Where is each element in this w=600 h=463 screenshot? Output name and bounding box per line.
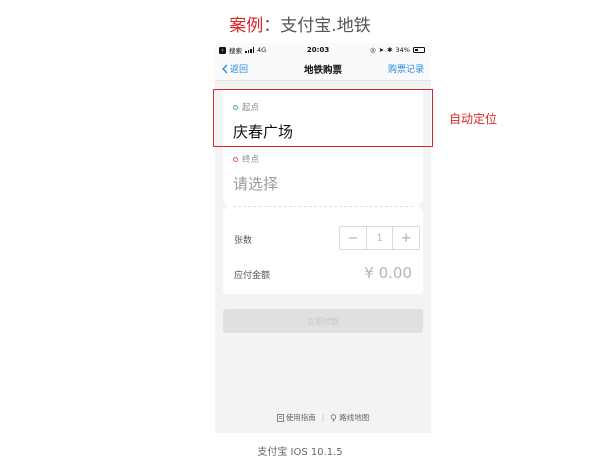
status-bar: ‹ 搜索 4G 20:03 ◎ ➤ ✱ 34% xyxy=(215,43,431,57)
end-dot-icon xyxy=(233,156,238,162)
page: 案例：支付宝.地铁 ‹ 搜索 4G 20:03 ◎ ➤ ✱ 34% 返回 地铁购… xyxy=(0,0,600,463)
lock-rotation-icon: ◎ xyxy=(369,46,376,54)
map-pin-icon xyxy=(331,413,337,421)
end-station-field[interactable]: 终点 请选择 xyxy=(233,153,413,194)
quantity-label: 张数 xyxy=(234,236,253,246)
case-title-text: ：支付宝.地铁 xyxy=(263,16,371,36)
ticket-notch-right xyxy=(419,202,427,210)
battery-icon xyxy=(412,47,425,53)
chevron-left-icon xyxy=(222,64,228,73)
end-station-label: 终点 xyxy=(242,155,260,165)
nav-bar: 返回 地铁购票 购票记录 xyxy=(215,57,431,81)
ticket-notch-left xyxy=(219,202,227,210)
ticket-divider xyxy=(233,206,413,207)
back-button-label: 返回 xyxy=(230,65,249,75)
user-guide-label: 使用指南 xyxy=(285,413,316,422)
footer-separator: | xyxy=(321,413,325,422)
status-network: 4G xyxy=(257,46,267,54)
pay-now-button[interactable]: 立即付款 xyxy=(223,309,423,333)
status-carrier: 搜索 xyxy=(229,47,242,55)
start-station-value: 庆春广场 xyxy=(233,123,294,141)
amount-label: 应付金额 xyxy=(234,271,271,281)
status-battery-percent: 34% xyxy=(395,46,410,54)
end-station-placeholder: 请选择 xyxy=(233,175,279,193)
back-to-app-icon: ‹ xyxy=(219,46,226,54)
bluetooth-icon: ✱ xyxy=(387,46,393,54)
caption: 支付宝 IOS 10.1.5 xyxy=(257,447,343,458)
order-card: 张数 − 1 + 应付金额 ¥ 0.00 xyxy=(223,216,423,294)
book-icon xyxy=(276,413,284,422)
quantity-plus-button[interactable]: + xyxy=(393,227,419,249)
case-title: 案例：支付宝.地铁 xyxy=(0,11,600,36)
start-station-field[interactable]: 起点 庆春广场 xyxy=(233,101,413,142)
start-station-label: 起点 xyxy=(242,103,260,113)
annotation-label: 自动定位 xyxy=(449,112,498,126)
location-arrow-icon: ➤ xyxy=(378,46,385,54)
route-map-label: 路线地图 xyxy=(339,413,370,422)
route-map-link[interactable]: 路线地图 xyxy=(330,412,369,423)
back-button[interactable]: 返回 xyxy=(222,62,248,75)
phone-screen: ‹ 搜索 4G 20:03 ◎ ➤ ✱ 34% 返回 地铁购票 购票记录 起点 … xyxy=(215,43,431,433)
status-time: 20:03 xyxy=(306,46,330,54)
quantity-value[interactable]: 1 xyxy=(365,227,394,249)
user-guide-link[interactable]: 使用指南 xyxy=(276,412,316,423)
quantity-stepper: − 1 + xyxy=(339,226,420,250)
signal-icon xyxy=(245,47,254,53)
case-label: 案例 xyxy=(229,16,264,36)
amount-value: ¥ 0.00 xyxy=(364,264,412,282)
footer-links: 使用指南 | 路线地图 xyxy=(215,412,431,423)
purchase-history-link[interactable]: 购票记录 xyxy=(388,62,424,75)
start-dot-icon xyxy=(233,104,238,110)
quantity-minus-button[interactable]: − xyxy=(340,227,366,249)
